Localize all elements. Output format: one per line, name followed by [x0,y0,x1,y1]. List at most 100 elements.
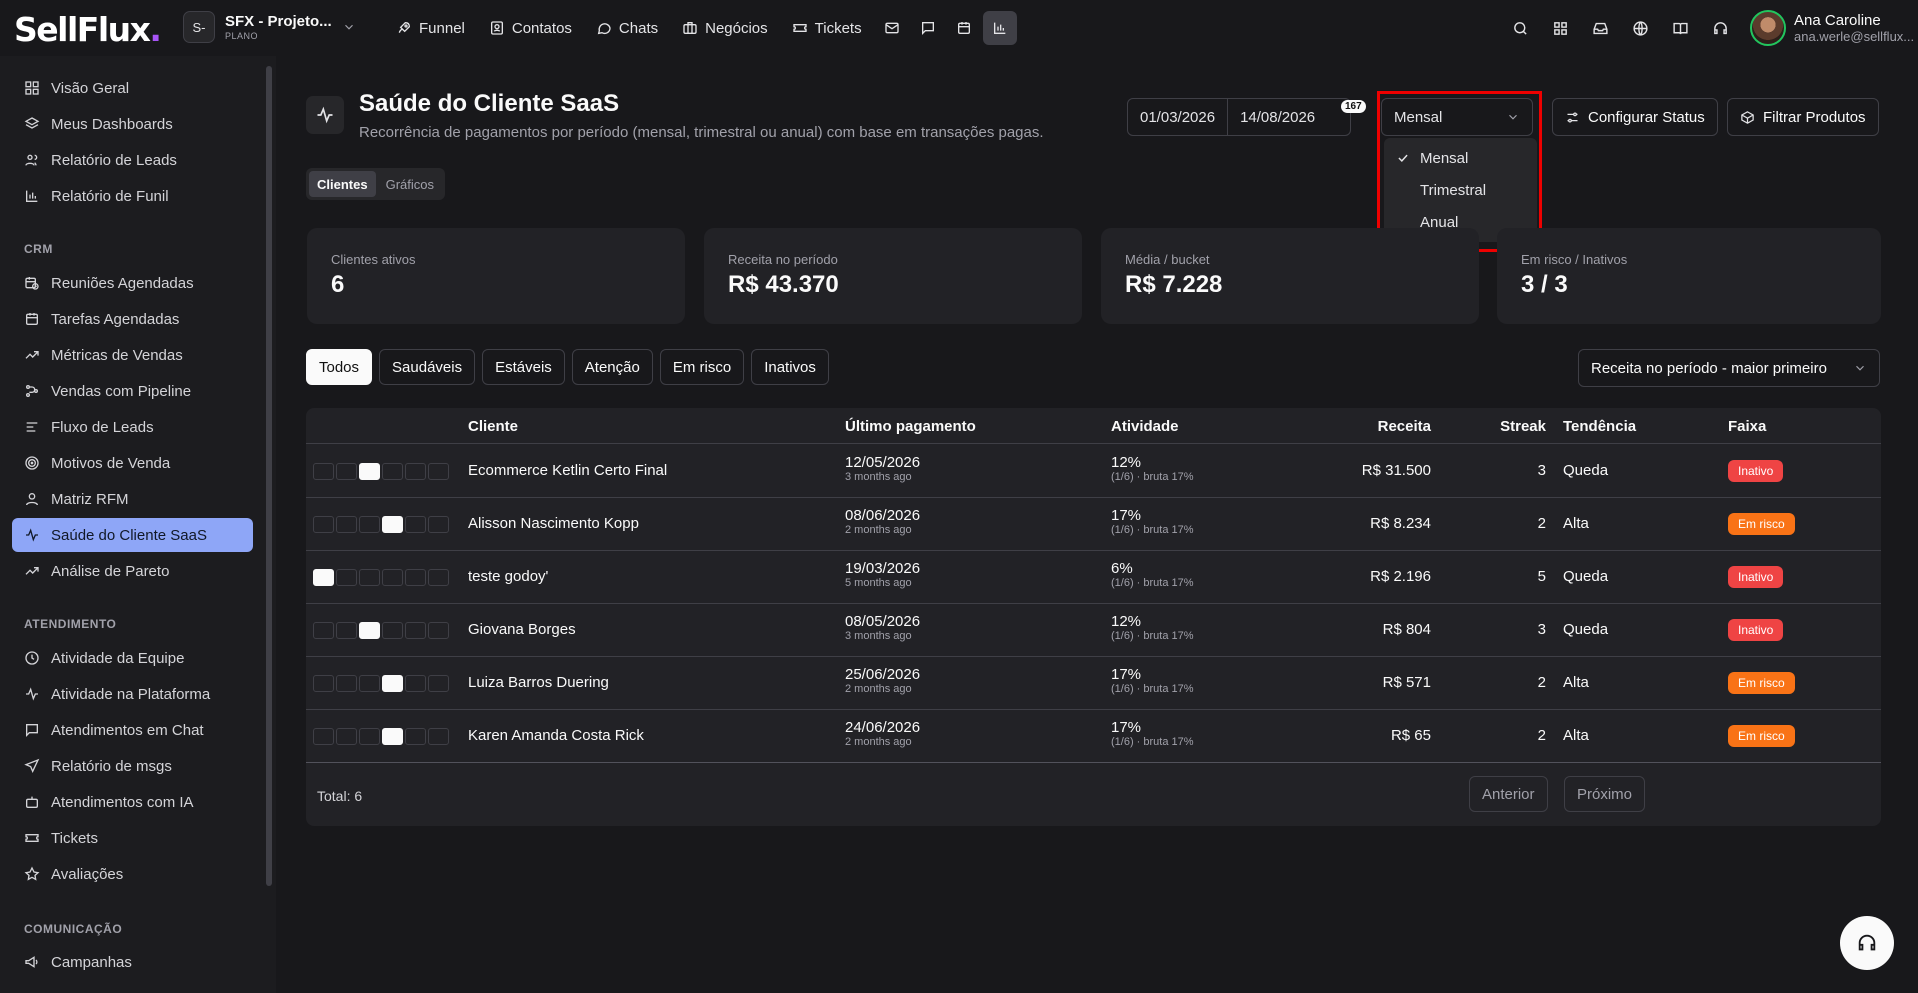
stat-card-media: Média / bucket R$ 7.228 [1101,228,1479,324]
payment-date: 08/06/2026 [845,507,921,524]
sidebar-item-avaliacoes[interactable]: Avaliações [12,857,253,891]
filter-saudaveis[interactable]: Saudáveis [379,349,476,385]
table-row[interactable]: Ecommerce Ketlin Certo Final 12/05/2026 … [306,445,1881,498]
sidebar-item-atendimentos-ia[interactable]: Atendimentos com IA [12,785,253,819]
status-badge: Em risco [1728,672,1795,694]
activity-square [382,516,403,533]
stat-value: 6 [331,271,345,298]
date-range-picker[interactable]: 01/03/2026 14/08/2026 [1127,98,1351,136]
sidebar-item-fluxo-leads[interactable]: Fluxo de Leads [12,410,253,444]
bar-chart-icon[interactable] [982,11,1017,45]
search-icon[interactable] [1500,8,1540,48]
filter-em-risco[interactable]: Em risco [659,349,745,385]
date-end[interactable]: 14/08/2026 [1228,109,1327,126]
sidebar-item-meus-dashboards[interactable]: Meus Dashboards [12,107,253,141]
sidebar-item-reunioes[interactable]: Reuniões Agendadas [12,266,253,300]
header-streak[interactable]: Streak [1500,418,1546,435]
header-ultimo-pagamento[interactable]: Último pagamento [845,418,976,435]
help-button[interactable] [1840,916,1894,970]
sidebar-item-metricas[interactable]: Métricas de Vendas [12,338,253,372]
filter-inativos[interactable]: Inativos [751,349,829,385]
cell-atividade: 17% (1/6) · bruta 17% [1111,666,1194,695]
prev-page-button[interactable]: Anterior [1469,776,1548,812]
sidebar-item-tarefas[interactable]: Tarefas Agendadas [12,302,253,336]
status-badge: Inativo [1728,460,1784,482]
tab-graficos[interactable]: Gráficos [378,171,442,197]
filter-products-button[interactable]: Filtrar Produtos [1727,98,1879,136]
nav-tickets[interactable]: Tickets [781,11,873,45]
sidebar-item-relatorio-funil[interactable]: Relatório de Funil [12,179,253,213]
sidebar-item-label: Atendimentos com IA [51,793,194,811]
filter-todos[interactable]: Todos [306,349,373,385]
sidebar-item-atividade-equipe[interactable]: Atividade da Equipe [12,641,253,675]
header-receita[interactable]: Receita [1378,418,1431,435]
sidebar-item-tickets[interactable]: Tickets [12,821,253,855]
table-row[interactable]: teste godoy' 19/03/2026 5 months ago 6% … [306,551,1881,604]
bar-chart-icon [24,188,40,204]
activity-square [405,463,426,480]
sidebar-item-relatorio-msgs[interactable]: Relatório de msgs [12,749,253,783]
tab-clientes[interactable]: Clientes [309,171,376,197]
sidebar-item-pareto[interactable]: Análise de Pareto [12,554,253,588]
sidebar-item-label: Visão Geral [51,79,130,97]
activity-square [359,463,380,480]
activity-square [405,569,426,586]
next-page-button[interactable]: Próximo [1564,776,1646,812]
sellflux-logo[interactable]: SellFlux. [14,10,162,49]
headset-icon[interactable] [1700,8,1740,48]
table-row[interactable]: Giovana Borges 08/05/2026 3 months ago 1… [306,604,1881,657]
grid-icon [24,80,40,96]
cell-atividade: 12% (1/6) · bruta 17% [1111,454,1194,483]
filter-atencao[interactable]: Atenção [571,349,653,385]
sidebar-item-visao-geral[interactable]: Visão Geral [12,71,253,105]
sidebar-item-motivos-venda[interactable]: Motivos de Venda [12,446,253,480]
nav-chats[interactable]: Chats [585,11,669,45]
user-menu[interactable]: Ana Caroline ana.werle@sellflux... [1750,10,1918,46]
cell-streak: 2 [1537,727,1546,744]
globe-icon[interactable] [1620,8,1660,48]
cell-atividade: 17% (1/6) · bruta 17% [1111,507,1194,536]
inbox-icon[interactable] [1580,8,1620,48]
nav-negocios[interactable]: Negócios [671,11,779,45]
header-atividade[interactable]: Atividade [1111,418,1179,435]
list-icon [24,419,40,435]
sidebar-item-campanhas[interactable]: Campanhas [12,945,253,979]
table-row[interactable]: Karen Amanda Costa Rick 24/06/2026 2 mon… [306,710,1881,763]
sidebar-item-atividade-plataforma[interactable]: Atividade na Plataforma [12,677,253,711]
nav-funnel[interactable]: Funnel [385,11,476,45]
project-selector[interactable]: S- SFX - Projeto... PLANO [183,11,356,43]
table-row[interactable]: Luiza Barros Duering 25/06/2026 2 months… [306,657,1881,710]
clock-icon [24,650,40,666]
date-start[interactable]: 01/03/2026 [1128,109,1227,126]
sidebar-item-vendas-pipeline[interactable]: Vendas com Pipeline [12,374,253,408]
sidebar: Visão Geral Meus Dashboards Relatório de… [0,56,276,993]
book-icon[interactable] [1660,8,1700,48]
header-tendencia[interactable]: Tendência [1563,418,1636,435]
message-icon[interactable] [911,11,945,45]
payment-ago: 2 months ago [845,683,912,695]
configure-status-button[interactable]: Configurar Status [1552,98,1718,136]
activity-value: 17% [1111,666,1142,683]
calendar-icon[interactable] [947,11,981,45]
sort-select[interactable]: Receita no período - maior primeiro [1578,349,1880,387]
activity-square [405,516,426,533]
cell-cliente: Giovana Borges [468,621,576,638]
cell-tendencia: Queda [1563,462,1609,479]
table-row[interactable]: Alisson Nascimento Kopp 08/06/2026 2 mon… [306,498,1881,551]
sidebar-scrollbar[interactable] [266,66,272,886]
filter-estaveis[interactable]: Estáveis [482,349,565,385]
status-badge: Em risco [1728,513,1795,535]
apps-grid-icon[interactable] [1540,8,1580,48]
sidebar-item-atendimentos-chat[interactable]: Atendimentos em Chat [12,713,253,747]
header-faixa[interactable]: Faixa [1728,418,1766,435]
payment-ago: 2 months ago [845,736,912,748]
cell-tendencia: Alta [1563,727,1589,744]
nav-contatos[interactable]: Contatos [478,11,583,45]
header-cliente[interactable]: Cliente [468,418,518,435]
activity-value: 6% [1111,560,1133,577]
sidebar-item-relatorio-leads[interactable]: Relatório de Leads [12,143,253,177]
sidebar-item-saude-cliente[interactable]: Saúde do Cliente SaaS [12,518,253,552]
briefcase-icon [682,20,698,36]
mail-icon[interactable] [875,11,909,45]
sidebar-item-matriz-rfm[interactable]: Matriz RFM [12,482,253,516]
